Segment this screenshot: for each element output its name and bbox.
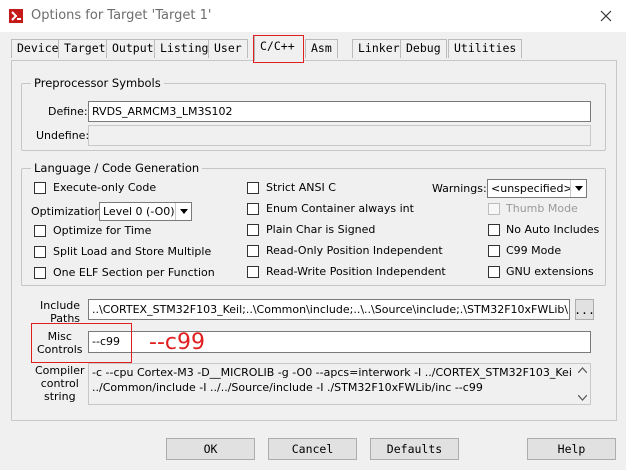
- include-paths-label: Include Paths: [40, 299, 80, 325]
- chevron-down-icon[interactable]: [577, 395, 587, 401]
- compiler-string-scrollbar[interactable]: [574, 364, 590, 404]
- optimization-select[interactable]: Level 0 (-O0): [99, 202, 192, 221]
- enum-container-checkbox[interactable]: [247, 203, 259, 215]
- gnu-extensions-label: GNU extensions: [506, 265, 594, 278]
- optimize-for-time-checkbox[interactable]: [34, 225, 46, 237]
- execute-only-checkbox[interactable]: [34, 182, 46, 194]
- define-input[interactable]: RVDS_ARMCM3_LM3S102: [88, 101, 591, 122]
- define-label: Define:: [48, 105, 88, 118]
- compiler-label-line1: Compiler: [35, 364, 85, 377]
- chevron-down-icon: [570, 180, 586, 197]
- split-load-store-label: Split Load and Store Multiple: [53, 245, 212, 258]
- tab-output[interactable]: Output: [106, 39, 160, 58]
- execute-only-label: Execute-only Code: [53, 181, 157, 194]
- gnu-extensions-checkbox[interactable]: [488, 266, 500, 278]
- defaults-button[interactable]: Defaults: [370, 438, 459, 460]
- no-auto-includes-label: No Auto Includes: [506, 223, 600, 236]
- tab-target[interactable]: Target: [58, 39, 112, 58]
- plain-char-checkbox[interactable]: [247, 224, 259, 236]
- strict-ansi-label: Strict ANSI C: [266, 181, 336, 194]
- compiler-string-line1: -c --cpu Cortex-M3 -D__MICROLIB -g -O0 -…: [92, 366, 572, 379]
- optimization-value: Level 0 (-O0): [103, 205, 175, 218]
- close-icon: [600, 10, 612, 22]
- cc-tab-panel: Preprocessor Symbols Define: RVDS_ARMCM3…: [11, 60, 617, 421]
- one-elf-section-checkbox[interactable]: [34, 267, 46, 279]
- no-auto-includes-checkbox[interactable]: [488, 224, 500, 236]
- tab-listing[interactable]: Listing: [154, 39, 215, 58]
- plain-char-label: Plain Char is Signed: [266, 223, 376, 236]
- preprocessor-legend: Preprocessor Symbols: [31, 76, 164, 90]
- one-elf-section-label: One ELF Section per Function: [53, 266, 215, 279]
- c99-mode-label: C99 Mode: [506, 244, 562, 257]
- tab-asm[interactable]: Asm: [305, 39, 338, 58]
- tab-device[interactable]: Device: [11, 39, 65, 58]
- thumb-mode-label: Thumb Mode: [506, 202, 578, 215]
- help-button[interactable]: Help: [527, 438, 616, 460]
- cancel-button[interactable]: Cancel: [268, 438, 357, 460]
- warnings-label: Warnings:: [432, 182, 487, 195]
- tab-user[interactable]: User: [208, 39, 248, 58]
- undefine-input[interactable]: [88, 125, 591, 146]
- ok-button[interactable]: OK: [166, 438, 255, 460]
- split-load-store-checkbox[interactable]: [34, 246, 46, 258]
- warnings-select[interactable]: <unspecified>: [487, 179, 587, 198]
- thumb-mode-checkbox[interactable]: [488, 203, 500, 215]
- tab-linker[interactable]: Linker: [352, 39, 406, 58]
- strict-ansi-checkbox[interactable]: [247, 182, 259, 194]
- tab-utilities[interactable]: Utilities: [448, 39, 523, 58]
- compiler-string-textarea[interactable]: -c --cpu Cortex-M3 -D__MICROLIB -g -O0 -…: [88, 363, 591, 405]
- optimization-label: Optimization:: [31, 205, 106, 218]
- compiler-string-label: Compiler control string: [35, 364, 85, 403]
- c99-mode-checkbox[interactable]: [488, 245, 500, 257]
- undefine-label: Undefine:: [36, 129, 90, 142]
- browse-include-button[interactable]: ...: [574, 299, 595, 320]
- optimize-for-time-label: Optimize for Time: [53, 224, 152, 237]
- chevron-up-icon[interactable]: [577, 367, 587, 373]
- misc-controls-highlight: [31, 323, 132, 363]
- language-legend: Language / Code Generation: [31, 161, 203, 175]
- include-label-line1: Include: [40, 299, 81, 312]
- ro-position-label: Read-Only Position Independent: [266, 244, 443, 257]
- rw-position-checkbox[interactable]: [247, 266, 259, 278]
- cc-tab-highlight: [253, 35, 304, 63]
- compiler-label-line2: control: [40, 377, 79, 390]
- include-paths-input[interactable]: ..\CORTEX_STM32F103_Keil;..\Common\inclu…: [88, 299, 570, 320]
- rw-position-label: Read-Write Position Independent: [266, 265, 446, 278]
- tab-debug[interactable]: Debug: [400, 39, 447, 58]
- enum-container-label: Enum Container always int: [266, 202, 414, 215]
- c99-annotation: --c99: [149, 330, 205, 355]
- compiler-label-line3: string: [43, 390, 76, 403]
- title-bar: Options for Target 'Target 1': [0, 0, 626, 32]
- ro-position-checkbox[interactable]: [247, 245, 259, 257]
- window-title: Options for Target 'Target 1': [31, 8, 212, 23]
- close-button[interactable]: [594, 4, 618, 28]
- app-icon: [8, 8, 24, 24]
- warnings-value: <unspecified>: [491, 182, 573, 195]
- compiler-string-line2: ../Common/include -I ../../Source/includ…: [92, 381, 483, 394]
- chevron-down-icon: [175, 203, 191, 220]
